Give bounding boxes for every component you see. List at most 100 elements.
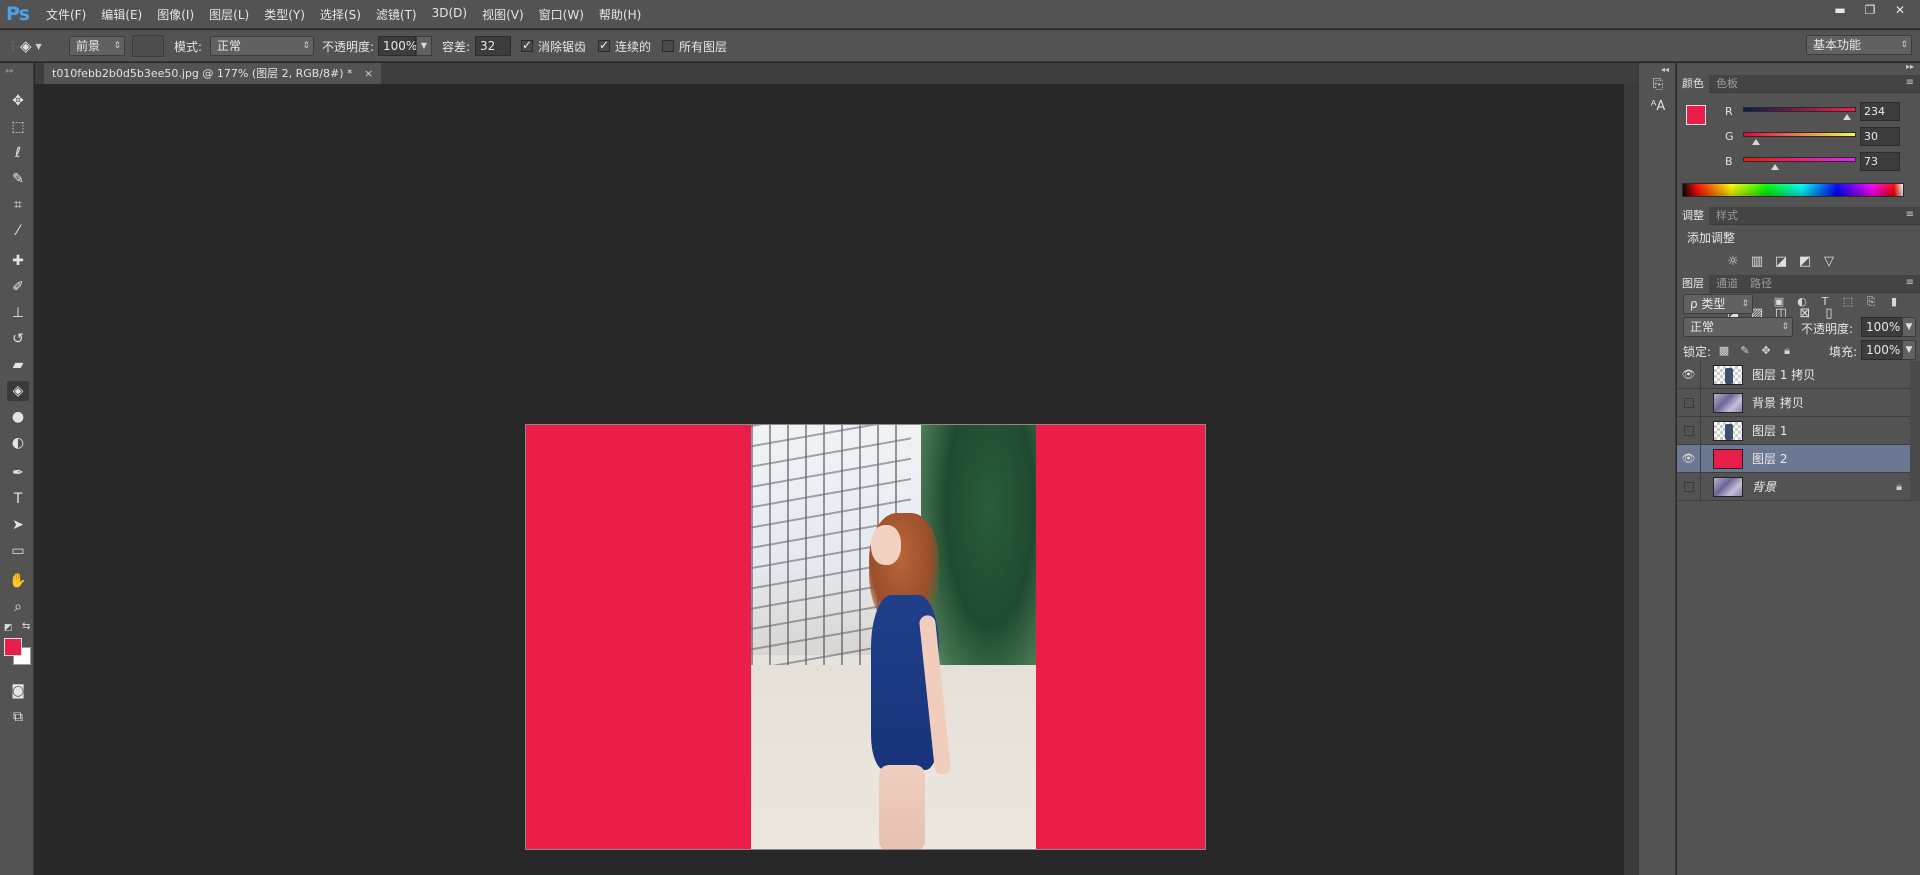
opacity-input[interactable]: 100% [378, 36, 417, 56]
healing-tool[interactable]: ✚ [7, 251, 29, 271]
panel-menu-icon[interactable]: ≡ [1906, 77, 1914, 88]
layer-name[interactable]: 图层 1 [1752, 417, 1787, 445]
zoom-tool[interactable]: ⌕ [7, 597, 29, 617]
menu-type[interactable]: 类型(Y) [264, 6, 305, 23]
filter-smart-object-icon[interactable]: ⎘ [1864, 295, 1878, 309]
pen-tool[interactable]: ✒ [7, 463, 29, 483]
fill-input[interactable]: 100% [1861, 340, 1903, 360]
layer-row[interactable]: 背景 🔒︎ [1677, 473, 1910, 501]
layer-name[interactable]: 背景 拷贝 [1752, 389, 1804, 417]
contiguous-option[interactable]: 连续的 [598, 30, 651, 62]
screen-mode-button[interactable]: ⧉ [7, 707, 29, 727]
lock-transparent-icon[interactable]: ▩ [1717, 344, 1731, 358]
hand-tool[interactable]: ✋ [7, 571, 29, 591]
lock-pixels-icon[interactable]: ✎ [1738, 344, 1752, 358]
pattern-picker[interactable] [132, 35, 164, 57]
quick-select-tool[interactable]: ✎ [7, 169, 29, 189]
layer-name[interactable]: 图层 2 [1752, 445, 1787, 473]
menu-view[interactable]: 视图(V) [482, 6, 524, 23]
green-slider-track[interactable] [1743, 132, 1856, 137]
history-panel-button[interactable]: ⎘ [1648, 75, 1668, 95]
lasso-tool[interactable]: ℓ [7, 143, 29, 163]
layer-row[interactable]: 👁︎ 图层 1 拷贝 [1677, 361, 1910, 389]
gradient-map-icon[interactable]: ▯ [1821, 307, 1837, 321]
layer-name[interactable]: 图层 1 拷贝 [1752, 361, 1815, 389]
minimize-button[interactable]: ▬ [1826, 1, 1854, 20]
tab-color[interactable]: 颜色 [1677, 75, 1709, 93]
character-panel-button[interactable]: ᴬA [1648, 97, 1668, 117]
layer-row[interactable]: 背景 拷贝 [1677, 389, 1910, 417]
layer-visibility-toggle[interactable] [1677, 473, 1701, 501]
path-select-tool[interactable]: ➤ [7, 515, 29, 535]
document-tab[interactable]: t010febb2b0d5b3ee50.jpg @ 177% (图层 2, RG… [44, 63, 382, 84]
tab-styles[interactable]: 样式 [1711, 207, 1743, 225]
color-panel-fg-swatch[interactable] [1686, 105, 1706, 125]
fill-dropdown-button[interactable]: ▼ [1902, 340, 1916, 360]
contiguous-checkbox[interactable] [598, 38, 610, 52]
brush-tool[interactable]: ✐ [7, 277, 29, 297]
document-canvas[interactable] [525, 424, 1206, 850]
marquee-tool[interactable]: ⬚ [7, 117, 29, 137]
menu-window[interactable]: 窗口(W) [539, 6, 584, 23]
default-colors-icon[interactable]: ◩ [4, 623, 13, 633]
eraser-tool[interactable]: ▰ [7, 355, 29, 375]
panel-menu-icon[interactable]: ≡ [1906, 277, 1914, 288]
blend-mode-select[interactable]: 正常 [1683, 317, 1793, 337]
restore-button[interactable]: ❐ [1856, 1, 1884, 20]
layer-visibility-toggle[interactable] [1677, 389, 1701, 417]
filter-toggle-icon[interactable]: ▮ [1887, 295, 1901, 309]
blue-slider-track[interactable] [1743, 157, 1856, 162]
tab-swatches[interactable]: 色板 [1711, 75, 1743, 93]
menu-edit[interactable]: 编辑(E) [101, 6, 142, 23]
layers-scrollbar[interactable] [1910, 361, 1920, 501]
swap-colors-icon[interactable]: ⇆ [22, 621, 30, 632]
layer-name[interactable]: 背景 [1752, 473, 1776, 501]
type-tool[interactable]: T [7, 489, 29, 509]
canvas-vertical-scrollbar[interactable] [1623, 84, 1638, 875]
tab-channels[interactable]: 通道 [1711, 275, 1743, 293]
tab-paths[interactable]: 路径 [1745, 275, 1777, 293]
filter-shape-icon[interactable]: ⬚ [1841, 295, 1855, 309]
vibrance-icon[interactable]: ▽ [1821, 255, 1837, 269]
red-value-input[interactable]: 234 [1860, 102, 1900, 121]
filter-pixel-icon[interactable]: ▣ [1772, 295, 1786, 309]
selective-color-icon[interactable]: ⊠ [1797, 307, 1813, 321]
menu-3d[interactable]: 3D(D) [432, 6, 467, 23]
menu-file[interactable]: 文件(F) [46, 6, 86, 23]
color-spectrum-bar[interactable] [1682, 183, 1904, 197]
layer-visibility-toggle[interactable] [1677, 417, 1701, 445]
tolerance-input[interactable]: 32 [475, 36, 511, 56]
canvas-area[interactable] [35, 84, 1638, 875]
close-tab-icon[interactable]: × [364, 67, 373, 80]
red-slider-thumb[interactable] [1842, 114, 1851, 120]
toolbar-grip[interactable]: ▸▸ [6, 66, 14, 75]
all-layers-checkbox[interactable] [662, 40, 674, 52]
foreground-color-swatch[interactable] [4, 638, 22, 656]
layer-opacity-input[interactable]: 100% [1861, 317, 1903, 337]
blue-slider-thumb[interactable] [1771, 164, 1780, 170]
layer-filter-select[interactable]: ρ 类型 [1683, 294, 1753, 314]
eyedropper-tool[interactable]: ⁄ [7, 221, 29, 241]
lock-position-icon[interactable]: ✥ [1759, 344, 1773, 358]
layer-row[interactable]: 图层 1 [1677, 417, 1910, 445]
fill-source-select[interactable]: 前景 [69, 36, 125, 56]
layer-row-selected[interactable]: 👁︎ 图层 2 [1677, 445, 1910, 473]
history-brush-tool[interactable]: ↺ [7, 329, 29, 349]
tool-preset-picker[interactable]: ◈ ▼ [20, 30, 42, 62]
blur-tool[interactable]: ● [7, 407, 29, 427]
dock-collapse-icon[interactable]: ◂◂ [1661, 65, 1669, 74]
green-slider-thumb[interactable] [1752, 139, 1761, 145]
crop-tool[interactable]: ⌗ [7, 195, 29, 215]
lock-all-icon[interactable]: 🔒︎ [1780, 344, 1794, 358]
move-tool[interactable]: ✥ [7, 91, 29, 111]
mode-select[interactable]: 正常 [210, 36, 314, 56]
shape-tool[interactable]: ▭ [7, 541, 29, 561]
green-value-input[interactable]: 30 [1860, 127, 1900, 146]
exposure-icon[interactable]: ◩ [1797, 255, 1813, 269]
menu-image[interactable]: 图像(I) [157, 6, 194, 23]
brightness-icon[interactable]: ☼ [1725, 255, 1741, 269]
paint-bucket-tool[interactable]: ◈ [7, 381, 29, 401]
quick-mask-button[interactable]: ◙ [7, 681, 29, 701]
tab-adjustments[interactable]: 调整 [1677, 207, 1709, 225]
panels-collapse-icon[interactable]: ▸▸ [1906, 62, 1914, 71]
